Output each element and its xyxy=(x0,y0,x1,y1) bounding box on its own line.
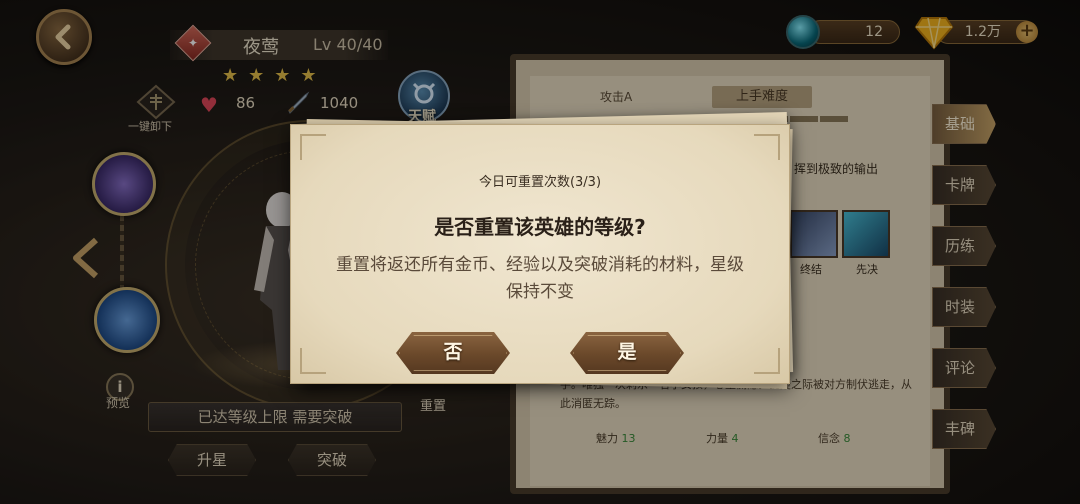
yes-button[interactable]: 是 xyxy=(570,332,684,374)
dialog-message: 重置将返还所有金币、经验以及突破消耗的材料，星级保持不变 xyxy=(336,255,744,302)
dialog-title: 是否重置该英雄的等级? xyxy=(434,215,646,239)
reset-count: 今日可重置次数(3/3) xyxy=(478,175,602,190)
no-button[interactable]: 否 xyxy=(396,332,510,374)
dialog-corner-ornament xyxy=(754,134,780,160)
dialog-corner-ornament xyxy=(300,134,326,160)
dialog-corner-ornament xyxy=(754,348,780,374)
dialog-corner-ornament xyxy=(300,348,326,374)
